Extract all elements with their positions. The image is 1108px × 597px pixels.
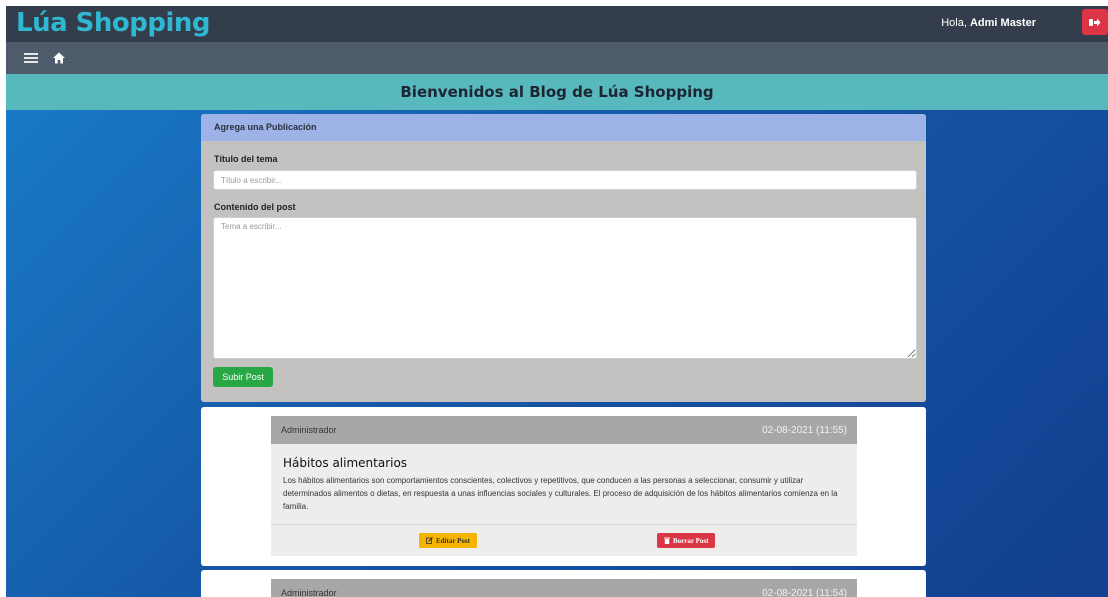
title-input[interactable] [213,170,917,190]
post-author: Administrador [281,588,337,597]
post-card: Administrador 02-08-2021 (11:54) [271,579,857,597]
logout-button[interactable] [1082,9,1108,35]
new-post-form: Agrega una Publicación Título del tema C… [201,114,926,402]
post-actions: Editar Post Borrar Post [271,524,857,557]
user-greeting: Hola, Admi Master [941,17,1036,29]
edit-post-label: Editar Post [436,536,470,545]
post-header: Administrador 02-08-2021 (11:54) [271,579,857,597]
post-date: 02-08-2021 (11:55) [762,424,847,436]
trash-icon [664,537,670,544]
submit-post-button[interactable]: Subir Post [213,367,273,387]
sign-out-icon [1089,18,1101,26]
post-card: Administrador 02-08-2021 (11:55) Hábitos… [271,416,857,556]
home-icon[interactable] [52,51,66,65]
form-header: Agrega una Publicación [201,114,926,141]
post-container: Administrador 02-08-2021 (11:55) Hábitos… [201,407,926,566]
greeting-prefix: Hola, [941,17,967,29]
content-label: Contenido del post [214,202,296,212]
title-label: Título del tema [214,154,278,164]
edit-icon [426,537,433,544]
app-frame: Lúa Shopping Hola, Admi Master Bienvenid… [6,6,1108,597]
post-header: Administrador 02-08-2021 (11:55) [271,416,857,444]
post-body: Los hábitos alimentarios son comportamie… [283,476,838,511]
brand-logo[interactable]: Lúa Shopping [16,8,211,38]
delete-post-button[interactable]: Borrar Post [657,533,716,548]
edit-post-button[interactable]: Editar Post [419,533,477,548]
post-container: Administrador 02-08-2021 (11:54) [201,570,926,597]
user-name: Admi Master [969,17,1036,29]
delete-post-label: Borrar Post [673,536,709,545]
post-author: Administrador [281,425,337,435]
page-title: Bienvenidos al Blog de Lúa Shopping [6,74,1108,110]
content-textarea[interactable] [213,217,917,359]
secondary-navbar [6,42,1108,74]
post-title: Hábitos alimentarios [283,456,408,470]
hamburger-icon[interactable] [24,53,38,63]
post-date: 02-08-2021 (11:54) [762,587,847,597]
top-navbar: Lúa Shopping Hola, Admi Master [6,6,1108,42]
